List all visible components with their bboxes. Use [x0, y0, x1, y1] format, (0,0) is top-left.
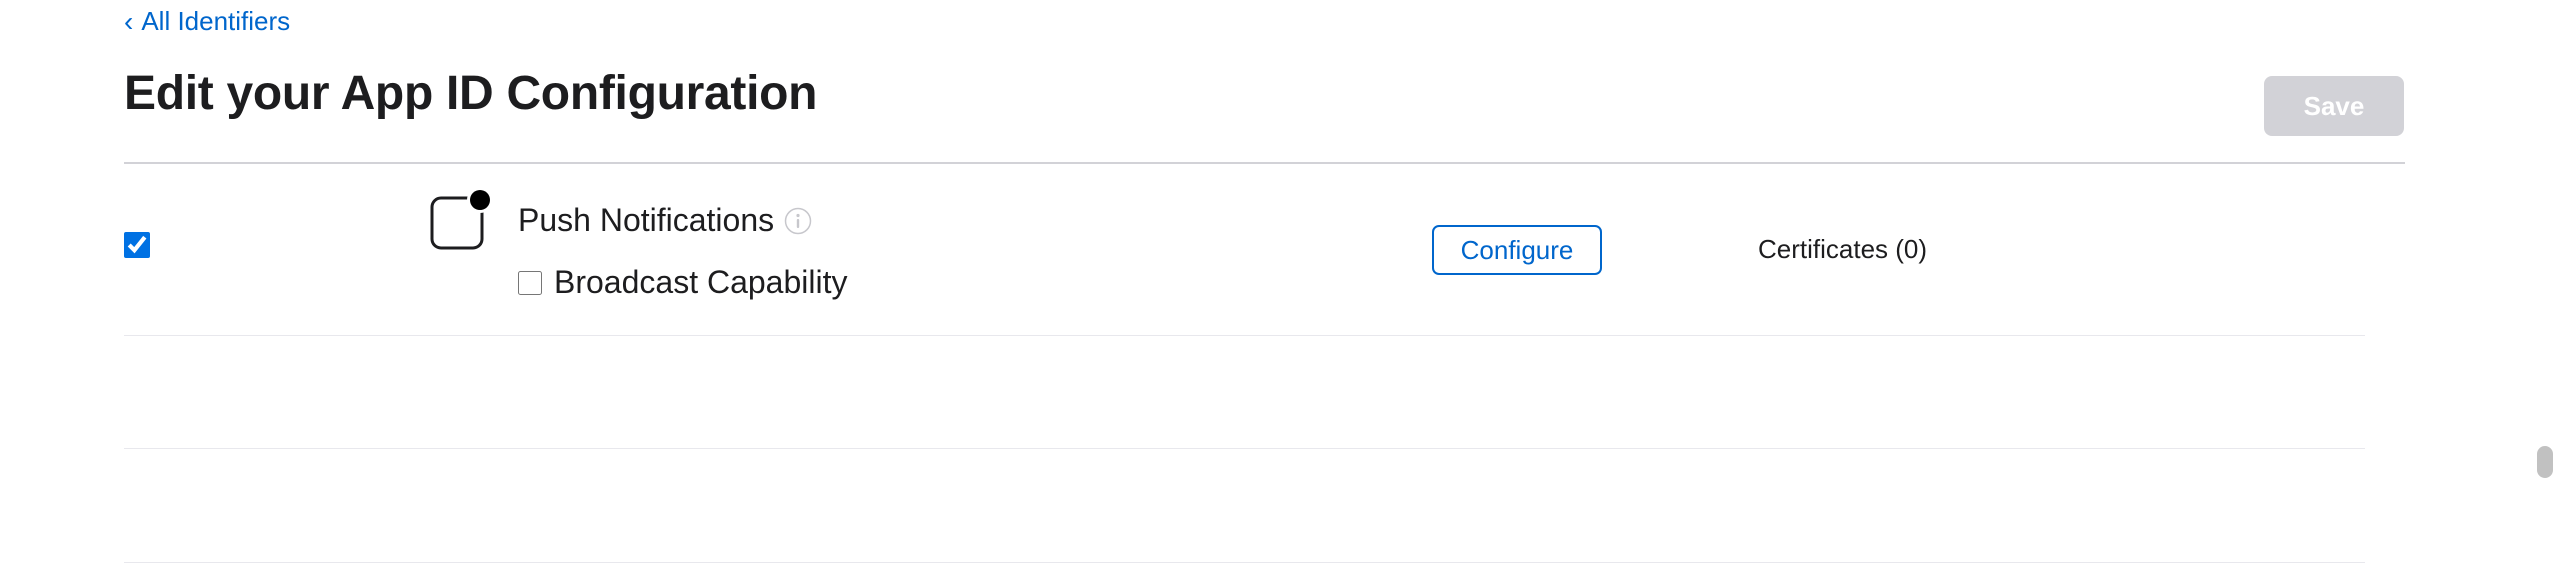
- back-link-label: All Identifiers: [141, 6, 291, 36]
- broadcast-capability-option[interactable]: Broadcast Capability: [518, 264, 847, 301]
- certificates-count: Certificates (0): [1758, 234, 1928, 264]
- configure-button[interactable]: Configure: [1432, 225, 1602, 275]
- page-title: Edit your App ID Configuration: [124, 67, 818, 120]
- app-id-configuration-page: ‹ All Identifiers Edit your App ID Confi…: [0, 0, 2560, 574]
- capability-row-empty: [124, 336, 2365, 449]
- chevron-left-icon: ‹: [124, 5, 134, 37]
- capability-name-label: Push Notifications: [518, 202, 775, 238]
- back-to-all-identifiers-link[interactable]: ‹ All Identifiers: [124, 6, 290, 37]
- broadcast-capability-label: Broadcast Capability: [554, 264, 848, 300]
- push-notification-icon: [430, 190, 490, 250]
- capability-row-empty: [124, 449, 2365, 563]
- save-button[interactable]: Save: [2264, 76, 2404, 136]
- push-notifications-enable-checkbox[interactable]: [124, 232, 150, 258]
- scrollbar-thumb[interactable]: [2537, 446, 2553, 478]
- info-icon[interactable]: [784, 207, 812, 235]
- capability-row-push-notifications: Push Notifications Broadcast Capability …: [124, 164, 2365, 336]
- broadcast-capability-checkbox[interactable]: [518, 270, 542, 295]
- capability-name: Push Notifications: [518, 202, 812, 239]
